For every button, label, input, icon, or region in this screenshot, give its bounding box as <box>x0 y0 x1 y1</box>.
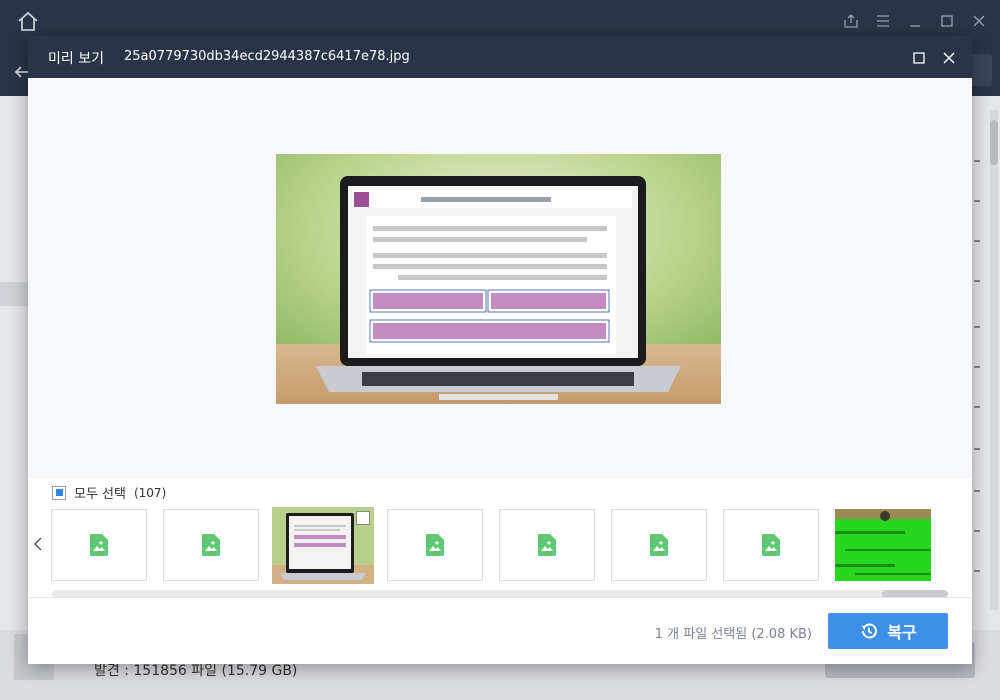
row-marker <box>974 570 980 572</box>
close-icon[interactable] <box>970 12 988 30</box>
image-icon <box>202 534 220 556</box>
maximize-icon[interactable] <box>938 12 956 30</box>
thumbnail[interactable] <box>387 509 483 581</box>
thumbnail[interactable] <box>499 509 595 581</box>
chevron-left-icon[interactable] <box>31 534 45 554</box>
image-icon <box>426 534 444 556</box>
row-marker <box>974 326 980 328</box>
image-icon <box>762 534 780 556</box>
preview-image <box>276 154 721 404</box>
home-icon[interactable] <box>16 10 40 34</box>
row-marker <box>974 406 980 408</box>
modal-header: 미리 보기 25a0779730db34ecd2944387c6417e78.j… <box>28 36 972 78</box>
preview-area <box>28 78 972 478</box>
thumbnail[interactable] <box>835 509 931 581</box>
preview-modal: 미리 보기 25a0779730db34ecd2944387c6417e78.j… <box>28 36 972 664</box>
recover-label: 복구 <box>887 623 917 642</box>
row-marker <box>974 448 980 450</box>
menu-icon[interactable] <box>874 12 892 30</box>
thumbnail-strip <box>28 506 972 586</box>
minimize-icon[interactable] <box>906 12 924 30</box>
image-icon <box>538 534 556 556</box>
row-marker <box>974 160 980 162</box>
selection-status: 1 개 파일 선택됨 (2.08 KB) <box>654 627 812 642</box>
recover-button[interactable]: 복구 <box>828 613 948 649</box>
scrollbar-thumb[interactable] <box>990 120 998 165</box>
file-count: (107) <box>133 485 167 500</box>
row-marker <box>974 280 980 282</box>
divider <box>28 597 972 598</box>
select-all-label: 모두 선택 <box>74 487 126 502</box>
image-icon <box>650 534 668 556</box>
row-marker <box>974 366 980 368</box>
row-marker <box>974 200 980 202</box>
modal-title: 미리 보기 <box>48 51 104 67</box>
share-icon[interactable] <box>842 12 860 30</box>
maximize-icon[interactable] <box>912 50 926 64</box>
thumbnail[interactable] <box>611 509 707 581</box>
image-icon <box>90 534 108 556</box>
select-all-checkbox[interactable] <box>52 485 66 500</box>
row-marker <box>974 530 980 532</box>
thumbnail[interactable] <box>51 509 147 581</box>
thumbnail-checkbox[interactable] <box>356 511 370 525</box>
file-name: 25a0779730db34ecd2944387c6417e78.jpg <box>124 49 410 64</box>
vertical-scrollbar[interactable] <box>990 110 998 610</box>
thumbnail[interactable] <box>723 509 819 581</box>
history-icon <box>861 623 878 639</box>
thumbnail-selected[interactable] <box>272 507 374 584</box>
row-marker <box>974 490 980 492</box>
close-icon[interactable] <box>942 50 956 64</box>
select-all[interactable]: 모두 선택 (107) <box>52 483 166 502</box>
sidebar-item[interactable] <box>0 282 28 306</box>
thumbnail[interactable] <box>163 509 259 581</box>
row-marker <box>974 240 980 242</box>
